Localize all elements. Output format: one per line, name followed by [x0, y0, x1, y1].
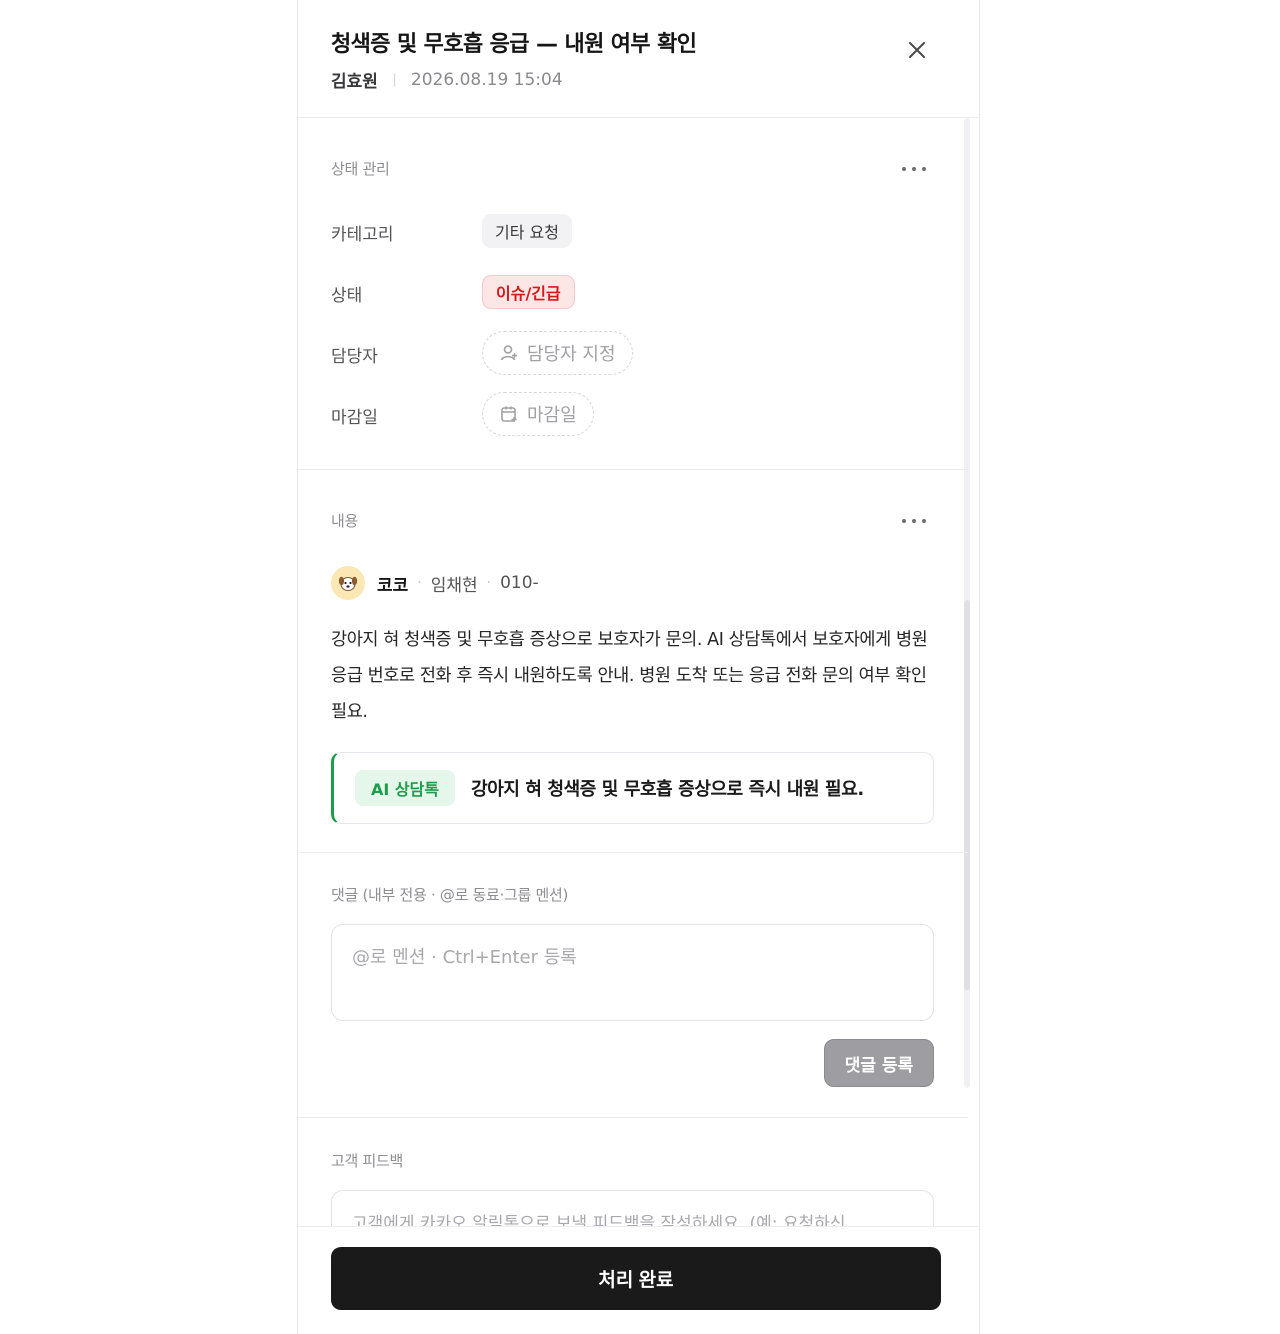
section-title-comment: 댓글 (내부 전용 · @로 동료·그룹 멘션)	[331, 886, 569, 904]
separator-dot: ·	[417, 575, 422, 591]
sender-info: 코코 · 임채현 · 010-	[331, 566, 539, 600]
created-datetime: 2026.08.19 15:04	[410, 69, 563, 90]
pet-avatar	[331, 566, 365, 600]
status-chip[interactable]: 이슈/긴급	[482, 275, 575, 309]
close-icon	[909, 42, 925, 58]
status-more-button[interactable]	[902, 164, 926, 174]
more-dot-icon	[902, 519, 906, 523]
content-more-button[interactable]	[902, 516, 926, 526]
section-title-feedback: 고객 피드백	[331, 1152, 403, 1170]
complete-button[interactable]: 처리 완료	[331, 1247, 941, 1310]
ai-summary-box: AI 상담톡 강아지 혀 청색증 및 무호흡 증상으로 즉시 내원 필요.	[331, 752, 934, 824]
more-dot-icon	[912, 519, 916, 523]
inquiry-body: 강아지 혀 청색증 및 무호흡 증상으로 보호자가 문의. AI 상담톡에서 보…	[331, 630, 928, 722]
assign-assignee-label: 담당자 지정	[527, 344, 616, 365]
panel-footer: 처리 완료	[298, 1226, 979, 1334]
ticket-meta: 김효원 2026.08.19 15:04	[331, 67, 563, 93]
meta-divider	[393, 72, 395, 87]
set-due-date-label: 마감일	[527, 405, 577, 426]
section-title-content: 내용	[331, 512, 359, 530]
dog-icon	[338, 576, 358, 591]
comment-input[interactable]	[331, 924, 934, 1021]
guardian-name: 임채현	[430, 575, 478, 596]
assign-assignee-button[interactable]: 담당자 지정	[482, 331, 633, 375]
close-button[interactable]	[905, 38, 929, 62]
ai-chat-badge: AI 상담톡	[355, 770, 456, 806]
separator-dot: ·	[486, 575, 492, 591]
ai-summary-text: 강아지 혀 청색증 및 무호흡 증상으로 즉시 내원 필요.	[471, 779, 864, 800]
guardian-phone: 010-	[500, 573, 539, 593]
assignee-label: 담당자	[331, 347, 378, 367]
more-dot-icon	[912, 167, 916, 171]
more-dot-icon	[902, 167, 906, 171]
set-due-date-button[interactable]: 마감일	[482, 392, 594, 436]
due-date-label: 마감일	[331, 408, 378, 428]
ticket-detail-panel: 청색증 및 무호흡 응급 — 내원 여부 확인 김효원 2026.08.19 1…	[297, 0, 980, 1334]
more-dot-icon	[922, 519, 926, 523]
page-title: 청색증 및 무호흡 응급 — 내원 여부 확인	[331, 32, 697, 57]
status-section: 상태 관리 카테고리 기타 요청 상태 이슈/긴급 담당자 담당자 지정 마감일	[298, 118, 968, 470]
comment-submit-button[interactable]: 댓글 등록	[824, 1039, 934, 1087]
panel-header: 청색증 및 무호흡 응급 — 내원 여부 확인 김효원 2026.08.19 1…	[298, 0, 979, 118]
pet-name: 코코	[377, 575, 409, 596]
user-add-icon	[500, 345, 517, 361]
category-chip[interactable]: 기타 요청	[482, 214, 572, 248]
feedback-input[interactable]	[331, 1190, 934, 1226]
calendar-icon	[501, 406, 517, 422]
author-name: 김효원	[331, 72, 378, 92]
status-label: 상태	[331, 286, 363, 306]
section-title-status: 상태 관리	[331, 160, 390, 178]
category-label: 카테고리	[331, 225, 394, 245]
panel-scroll-area[interactable]: 상태 관리 카테고리 기타 요청 상태 이슈/긴급 담당자 담당자 지정 마감일	[298, 118, 979, 1226]
more-dot-icon	[922, 167, 926, 171]
